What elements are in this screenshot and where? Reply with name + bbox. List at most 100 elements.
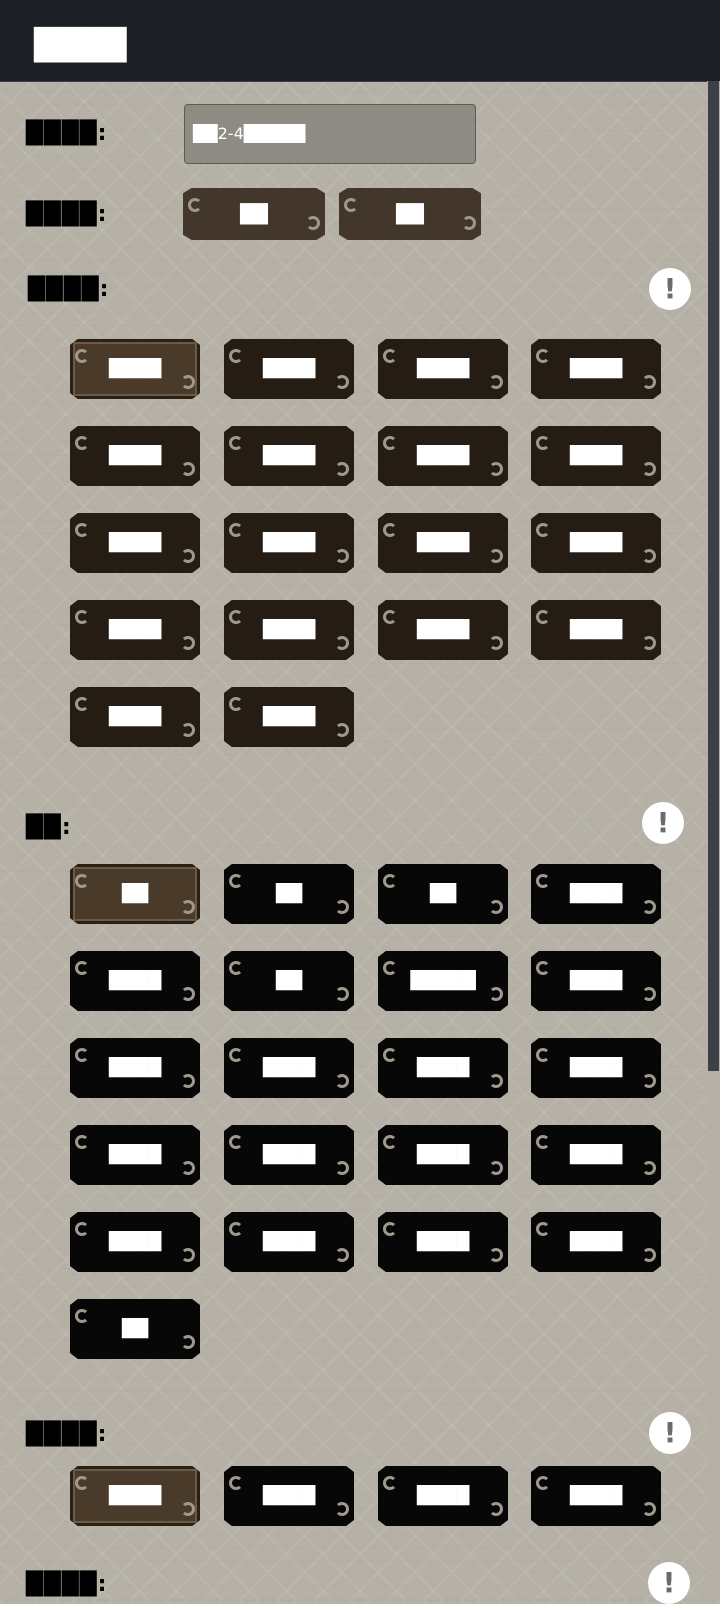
option-button[interactable]: ████: [378, 339, 508, 399]
option-button[interactable]: ████: [224, 1212, 354, 1272]
curl-ornament-icon: [489, 1502, 503, 1516]
curl-ornament-icon: [75, 697, 89, 711]
option-button[interactable]: ████: [70, 426, 200, 486]
option-button[interactable]: ████: [224, 513, 354, 573]
option-button-label: ████: [108, 533, 162, 553]
option-button-label: ████: [569, 446, 623, 466]
option-button[interactable]: ████: [531, 951, 661, 1011]
option-button[interactable]: ████: [531, 339, 661, 399]
option-button[interactable]: ████: [531, 1038, 661, 1098]
option-button-label: ████: [262, 533, 316, 553]
option-button-label: ████: [108, 620, 162, 640]
curl-ornament-icon: [489, 900, 503, 914]
option-button[interactable]: ████: [224, 1038, 354, 1098]
curl-ornament-icon: [335, 900, 349, 914]
option-button[interactable]: ██: [224, 864, 354, 924]
option-button[interactable]: ████: [531, 426, 661, 486]
option-button[interactable]: ████: [70, 1125, 200, 1185]
option-button[interactable]: ████: [378, 426, 508, 486]
curl-ornament-icon: [536, 874, 550, 888]
option-button[interactable]: ████: [70, 951, 200, 1011]
exclamation-icon[interactable]: !: [642, 802, 684, 844]
option-button[interactable]: ████: [531, 1466, 661, 1526]
option-button[interactable]: ████: [378, 1212, 508, 1272]
curl-ornament-icon: [229, 1048, 243, 1062]
option-button[interactable]: ████: [70, 600, 200, 660]
option-button[interactable]: ████: [378, 600, 508, 660]
curl-ornament-icon: [536, 610, 550, 624]
toggle-button-1[interactable]: ██: [183, 188, 325, 240]
curl-ornament-icon: [188, 198, 202, 212]
curl-ornament-icon: [229, 1135, 243, 1149]
option-button[interactable]: ████: [70, 1038, 200, 1098]
option-button[interactable]: ████: [378, 513, 508, 573]
option-button[interactable]: ████: [70, 1466, 200, 1526]
option-button[interactable]: ████: [378, 1038, 508, 1098]
curl-ornament-icon: [383, 523, 397, 537]
option-button[interactable]: █████: [378, 951, 508, 1011]
option-button-label: ████: [569, 1145, 623, 1165]
toggle-button-2[interactable]: ██: [339, 188, 481, 240]
option-button[interactable]: ██: [70, 864, 200, 924]
exclamation-icon[interactable]: !: [649, 1412, 691, 1454]
curl-ornament-icon: [383, 1476, 397, 1490]
option-button[interactable]: ████: [224, 339, 354, 399]
curl-ornament-icon: [383, 1048, 397, 1062]
scrollbar[interactable]: [707, 81, 720, 1600]
option-button[interactable]: ████: [531, 1212, 661, 1272]
option-button-label: ████: [262, 359, 316, 379]
curl-ornament-icon: [229, 961, 243, 975]
curl-ornament-icon: [536, 1048, 550, 1062]
curl-ornament-icon: [642, 375, 656, 389]
option-button-label: ████: [569, 533, 623, 553]
option-button[interactable]: ████: [70, 1212, 200, 1272]
option-button[interactable]: ████: [531, 600, 661, 660]
option-button[interactable]: ████: [224, 1466, 354, 1526]
option-button[interactable]: ████: [224, 600, 354, 660]
curl-ornament-icon: [536, 349, 550, 363]
curl-ornament-icon: [489, 549, 503, 563]
curl-ornament-icon: [536, 1135, 550, 1149]
curl-ornament-icon: [229, 1476, 243, 1490]
option-button-label: ████: [416, 1145, 470, 1165]
curl-ornament-icon: [383, 874, 397, 888]
option-button[interactable]: ████: [224, 1125, 354, 1185]
top-bar: ████: [0, 0, 720, 82]
curl-ornament-icon: [489, 375, 503, 389]
exclamation-icon[interactable]: !: [648, 1562, 690, 1604]
option-button[interactable]: ██: [70, 1299, 200, 1359]
option-button[interactable]: ██: [378, 864, 508, 924]
curl-ornament-icon: [229, 1222, 243, 1236]
option-button[interactable]: ████: [378, 1125, 508, 1185]
curl-ornament-icon: [335, 1161, 349, 1175]
curl-ornament-icon: [181, 375, 195, 389]
option-button[interactable]: ████: [70, 339, 200, 399]
option-button[interactable]: ████: [224, 426, 354, 486]
exclamation-icon[interactable]: !: [649, 268, 691, 310]
option-button[interactable]: ████: [70, 687, 200, 747]
scroll-thumb[interactable]: [708, 81, 719, 1071]
option-button-label: ████: [416, 620, 470, 640]
field-value: ██2-4█████: [193, 124, 306, 143]
option-button[interactable]: ████: [531, 513, 661, 573]
option-button-label: ████: [416, 1486, 470, 1506]
curl-ornament-icon: [181, 462, 195, 476]
text-field[interactable]: ██2-4█████: [184, 104, 476, 164]
curl-ornament-icon: [75, 1309, 89, 1323]
curl-ornament-icon: [489, 987, 503, 1001]
option-button[interactable]: ████: [531, 864, 661, 924]
option-button[interactable]: ████: [224, 687, 354, 747]
curl-ornament-icon: [383, 961, 397, 975]
option-button[interactable]: ████: [378, 1466, 508, 1526]
curl-ornament-icon: [306, 216, 320, 230]
curl-ornament-icon: [75, 1135, 89, 1149]
toggle-label: ████:: [26, 202, 108, 227]
curl-ornament-icon: [75, 610, 89, 624]
option-button[interactable]: ██: [224, 951, 354, 1011]
option-button[interactable]: ████: [531, 1125, 661, 1185]
option-button-label: ██: [429, 884, 457, 904]
curl-ornament-icon: [536, 523, 550, 537]
option-button[interactable]: ████: [70, 513, 200, 573]
curl-ornament-icon: [335, 723, 349, 737]
option-button-label: ████: [416, 1232, 470, 1252]
